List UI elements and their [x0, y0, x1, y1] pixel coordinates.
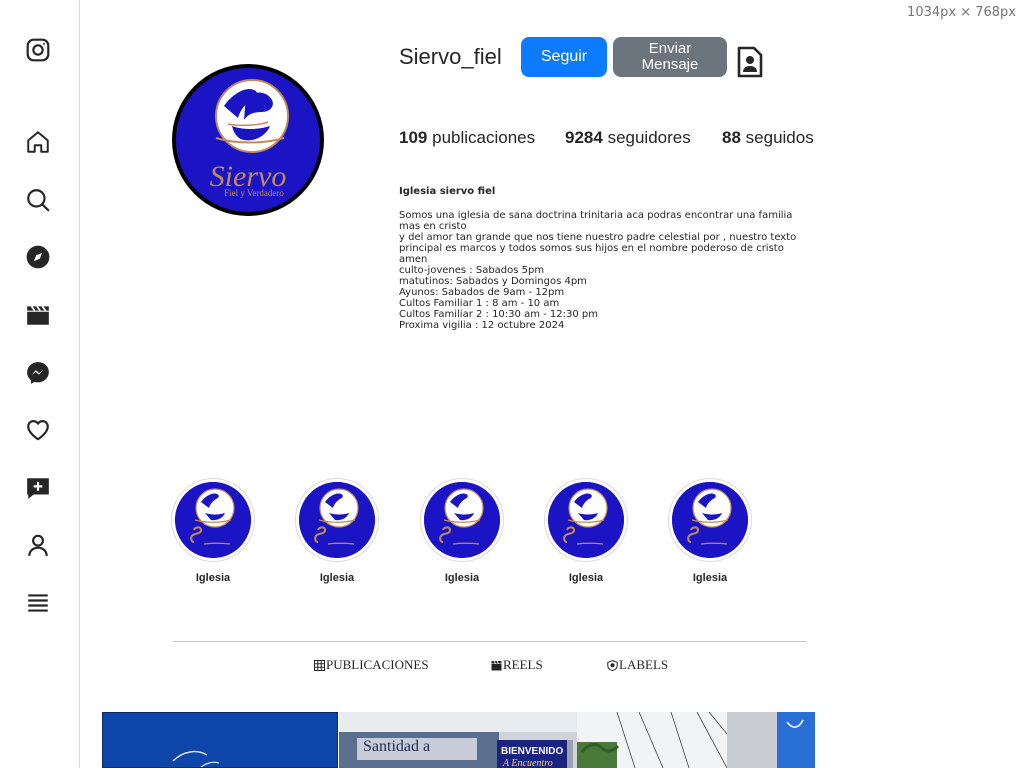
- bio-line: Cultos Familiar 2 : 10:30 am - 12:30 pm: [399, 309, 598, 320]
- reels-clapper-icon[interactable]: [24, 301, 52, 329]
- following-label: seguidos: [745, 128, 814, 147]
- highlight-thumbnail: [171, 478, 255, 562]
- svg-text:Fiel y Verdadero: Fiel y Verdadero: [224, 188, 284, 198]
- highlight-thumbnail: [668, 478, 752, 562]
- highlight-item[interactable]: Iglesia: [171, 478, 255, 584]
- posts-count: 109: [399, 128, 428, 147]
- tab-label: PUBLICACIONES: [326, 657, 429, 672]
- post-sign-text: Santidad a: [363, 738, 431, 755]
- highlight-thumbnail: [295, 478, 379, 562]
- posts-stat[interactable]: 109 publicaciones: [399, 128, 535, 148]
- highlight-item[interactable]: Iglesia: [295, 478, 379, 584]
- profile-bio: Iglesia siervo fiel Somos una iglesia de…: [399, 186, 809, 331]
- send-message-label-line2: Mensaje: [641, 56, 699, 73]
- bio-name: Iglesia siervo fiel: [399, 186, 496, 197]
- post-thumbnail[interactable]: [102, 712, 338, 768]
- highlight-label: Iglesia: [568, 572, 604, 584]
- send-message-label-line1: Enviar: [648, 40, 692, 57]
- highlight-item[interactable]: Iglesia: [544, 478, 628, 584]
- send-message-button[interactable]: Enviar Mensaje: [613, 37, 727, 77]
- highlight-label: Iglesia: [692, 572, 728, 584]
- messenger-icon[interactable]: [24, 359, 52, 387]
- highlight-thumbnail: [420, 478, 504, 562]
- highlight-item[interactable]: Iglesia: [420, 478, 504, 584]
- profile-avatar[interactable]: Siervo Fiel y Verdadero: [172, 64, 324, 216]
- tab-labels[interactable]: LABELS: [607, 657, 668, 673]
- profile-icon[interactable]: [24, 531, 52, 559]
- explore-compass-icon[interactable]: [24, 243, 52, 271]
- tabs-divider: [173, 641, 807, 642]
- bio-line: Proxima vigilia : 12 octubre 2024: [399, 320, 565, 331]
- follow-button[interactable]: Seguir: [521, 37, 607, 77]
- clapper-icon: [491, 660, 502, 670]
- posts-label: publicaciones: [432, 128, 536, 147]
- tab-label: LABELS: [619, 657, 669, 672]
- post-thumbnail[interactable]: Santidad a BIENVENIDO A Encuentro: [339, 712, 577, 768]
- grid-icon: [314, 659, 325, 671]
- followers-label: seguidores: [607, 128, 691, 147]
- highlight-label: Iglesia: [319, 572, 355, 584]
- instagram-logo-icon[interactable]: [24, 36, 52, 64]
- bio-line: matutinos: Sabados y Domingos 4pm: [399, 276, 587, 287]
- highlight-item[interactable]: Iglesia: [668, 478, 752, 584]
- post-thumbnail[interactable]: [577, 712, 815, 768]
- following-stat[interactable]: 88 seguidos: [722, 128, 814, 148]
- tab-label: REELS: [503, 657, 543, 672]
- left-nav-rail: [0, 0, 80, 768]
- menu-icon[interactable]: [24, 589, 52, 617]
- home-icon[interactable]: [24, 128, 52, 156]
- tag-badge-icon: [607, 659, 618, 671]
- highlight-thumbnail: [544, 478, 628, 562]
- highlight-label: Iglesia: [444, 572, 480, 584]
- new-post-icon[interactable]: [24, 474, 52, 502]
- tab-reels[interactable]: REELS: [491, 657, 543, 673]
- heart-icon[interactable]: [24, 416, 52, 444]
- followers-count: 9284: [565, 128, 603, 147]
- siervo-logo: Siervo Fiel y Verdadero: [176, 68, 320, 212]
- viewport-size-readout: 1034px × 768px: [907, 5, 1016, 20]
- post-banner-line1: BIENVENIDO: [501, 746, 564, 757]
- contact-card-icon[interactable]: [734, 45, 766, 79]
- bio-line: Somos una iglesia de sana doctrina trini…: [399, 210, 793, 232]
- followers-stat[interactable]: 9284 seguidores: [565, 128, 691, 148]
- search-icon[interactable]: [24, 186, 52, 214]
- bio-line: Ayunos: Sabados de 9am - 12pm: [399, 287, 565, 298]
- bio-line: y del amor tan grande que nos tiene nues…: [399, 232, 797, 265]
- bio-line: Cultos Familiar 1 : 8 am - 10 am: [399, 298, 560, 309]
- following-count: 88: [722, 128, 741, 147]
- tab-publicaciones[interactable]: PUBLICACIONES: [314, 657, 429, 673]
- post-banner-line2: A Encuentro: [503, 758, 553, 768]
- highlight-label: Iglesia: [195, 572, 231, 584]
- profile-username: Siervo_fiel: [399, 44, 502, 69]
- bio-line: culto-jovenes : Sabados 5pm: [399, 265, 545, 276]
